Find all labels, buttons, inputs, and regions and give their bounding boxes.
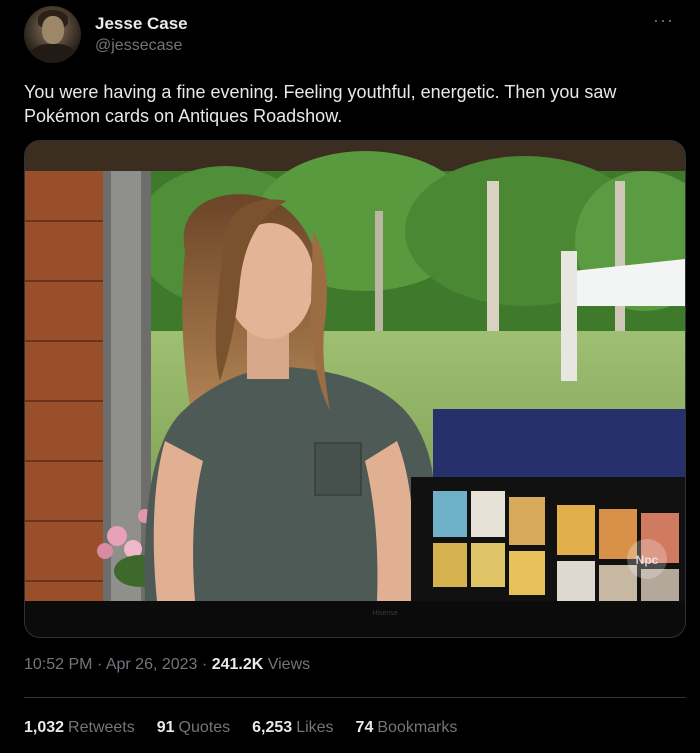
likes-label: Likes <box>296 719 334 736</box>
tweet-header: Jesse Case @jessecase ··· <box>24 6 680 66</box>
author-avatar[interactable] <box>24 6 81 63</box>
tweet-time[interactable]: 10:52 PM <box>24 656 92 673</box>
more-options-icon[interactable]: ··· <box>653 10 674 31</box>
tweet-text: You were having a fine evening. Feeling … <box>24 82 617 126</box>
quotes-count: 91 <box>156 719 175 736</box>
retweets-count: 1,032 <box>24 719 65 736</box>
tweet-meta: 10:52 PM · Apr 26, 2023 · 241.2K Views <box>24 656 310 674</box>
meta-separator-2: · <box>201 656 208 673</box>
bookmarks-stat[interactable]: 74 Bookmarks <box>356 719 458 737</box>
tv-brand-text: Hisense <box>372 610 397 617</box>
retweets-stat[interactable]: 1,032 Retweets <box>24 719 135 737</box>
quotes-label: Quotes <box>178 719 231 736</box>
author-handle[interactable]: @jessecase <box>95 37 182 55</box>
likes-stat[interactable]: 6,253 Likes <box>252 719 333 737</box>
tweet-date[interactable]: Apr 26, 2023 <box>106 656 198 673</box>
views-count: 241.2K <box>211 656 264 673</box>
quotes-stat[interactable]: 91 Quotes <box>157 719 230 737</box>
bookmarks-count: 74 <box>355 719 374 736</box>
retweets-label: Retweets <box>68 719 135 736</box>
tweet-media-photo[interactable]: Npc Hisense <box>24 140 686 638</box>
divider <box>24 697 686 698</box>
tv-photo-image: Npc Hisense <box>25 141 685 637</box>
bookmarks-label: Bookmarks <box>377 719 458 736</box>
meta-separator: · <box>96 656 103 673</box>
author-display-name[interactable]: Jesse Case <box>95 14 188 34</box>
views-label: Views <box>267 656 311 673</box>
watermark-text: Npc <box>636 553 659 567</box>
likes-count: 6,253 <box>252 719 293 736</box>
engagement-stats: 1,032 Retweets 91 Quotes 6,253 Likes 74 Book… <box>24 719 457 737</box>
